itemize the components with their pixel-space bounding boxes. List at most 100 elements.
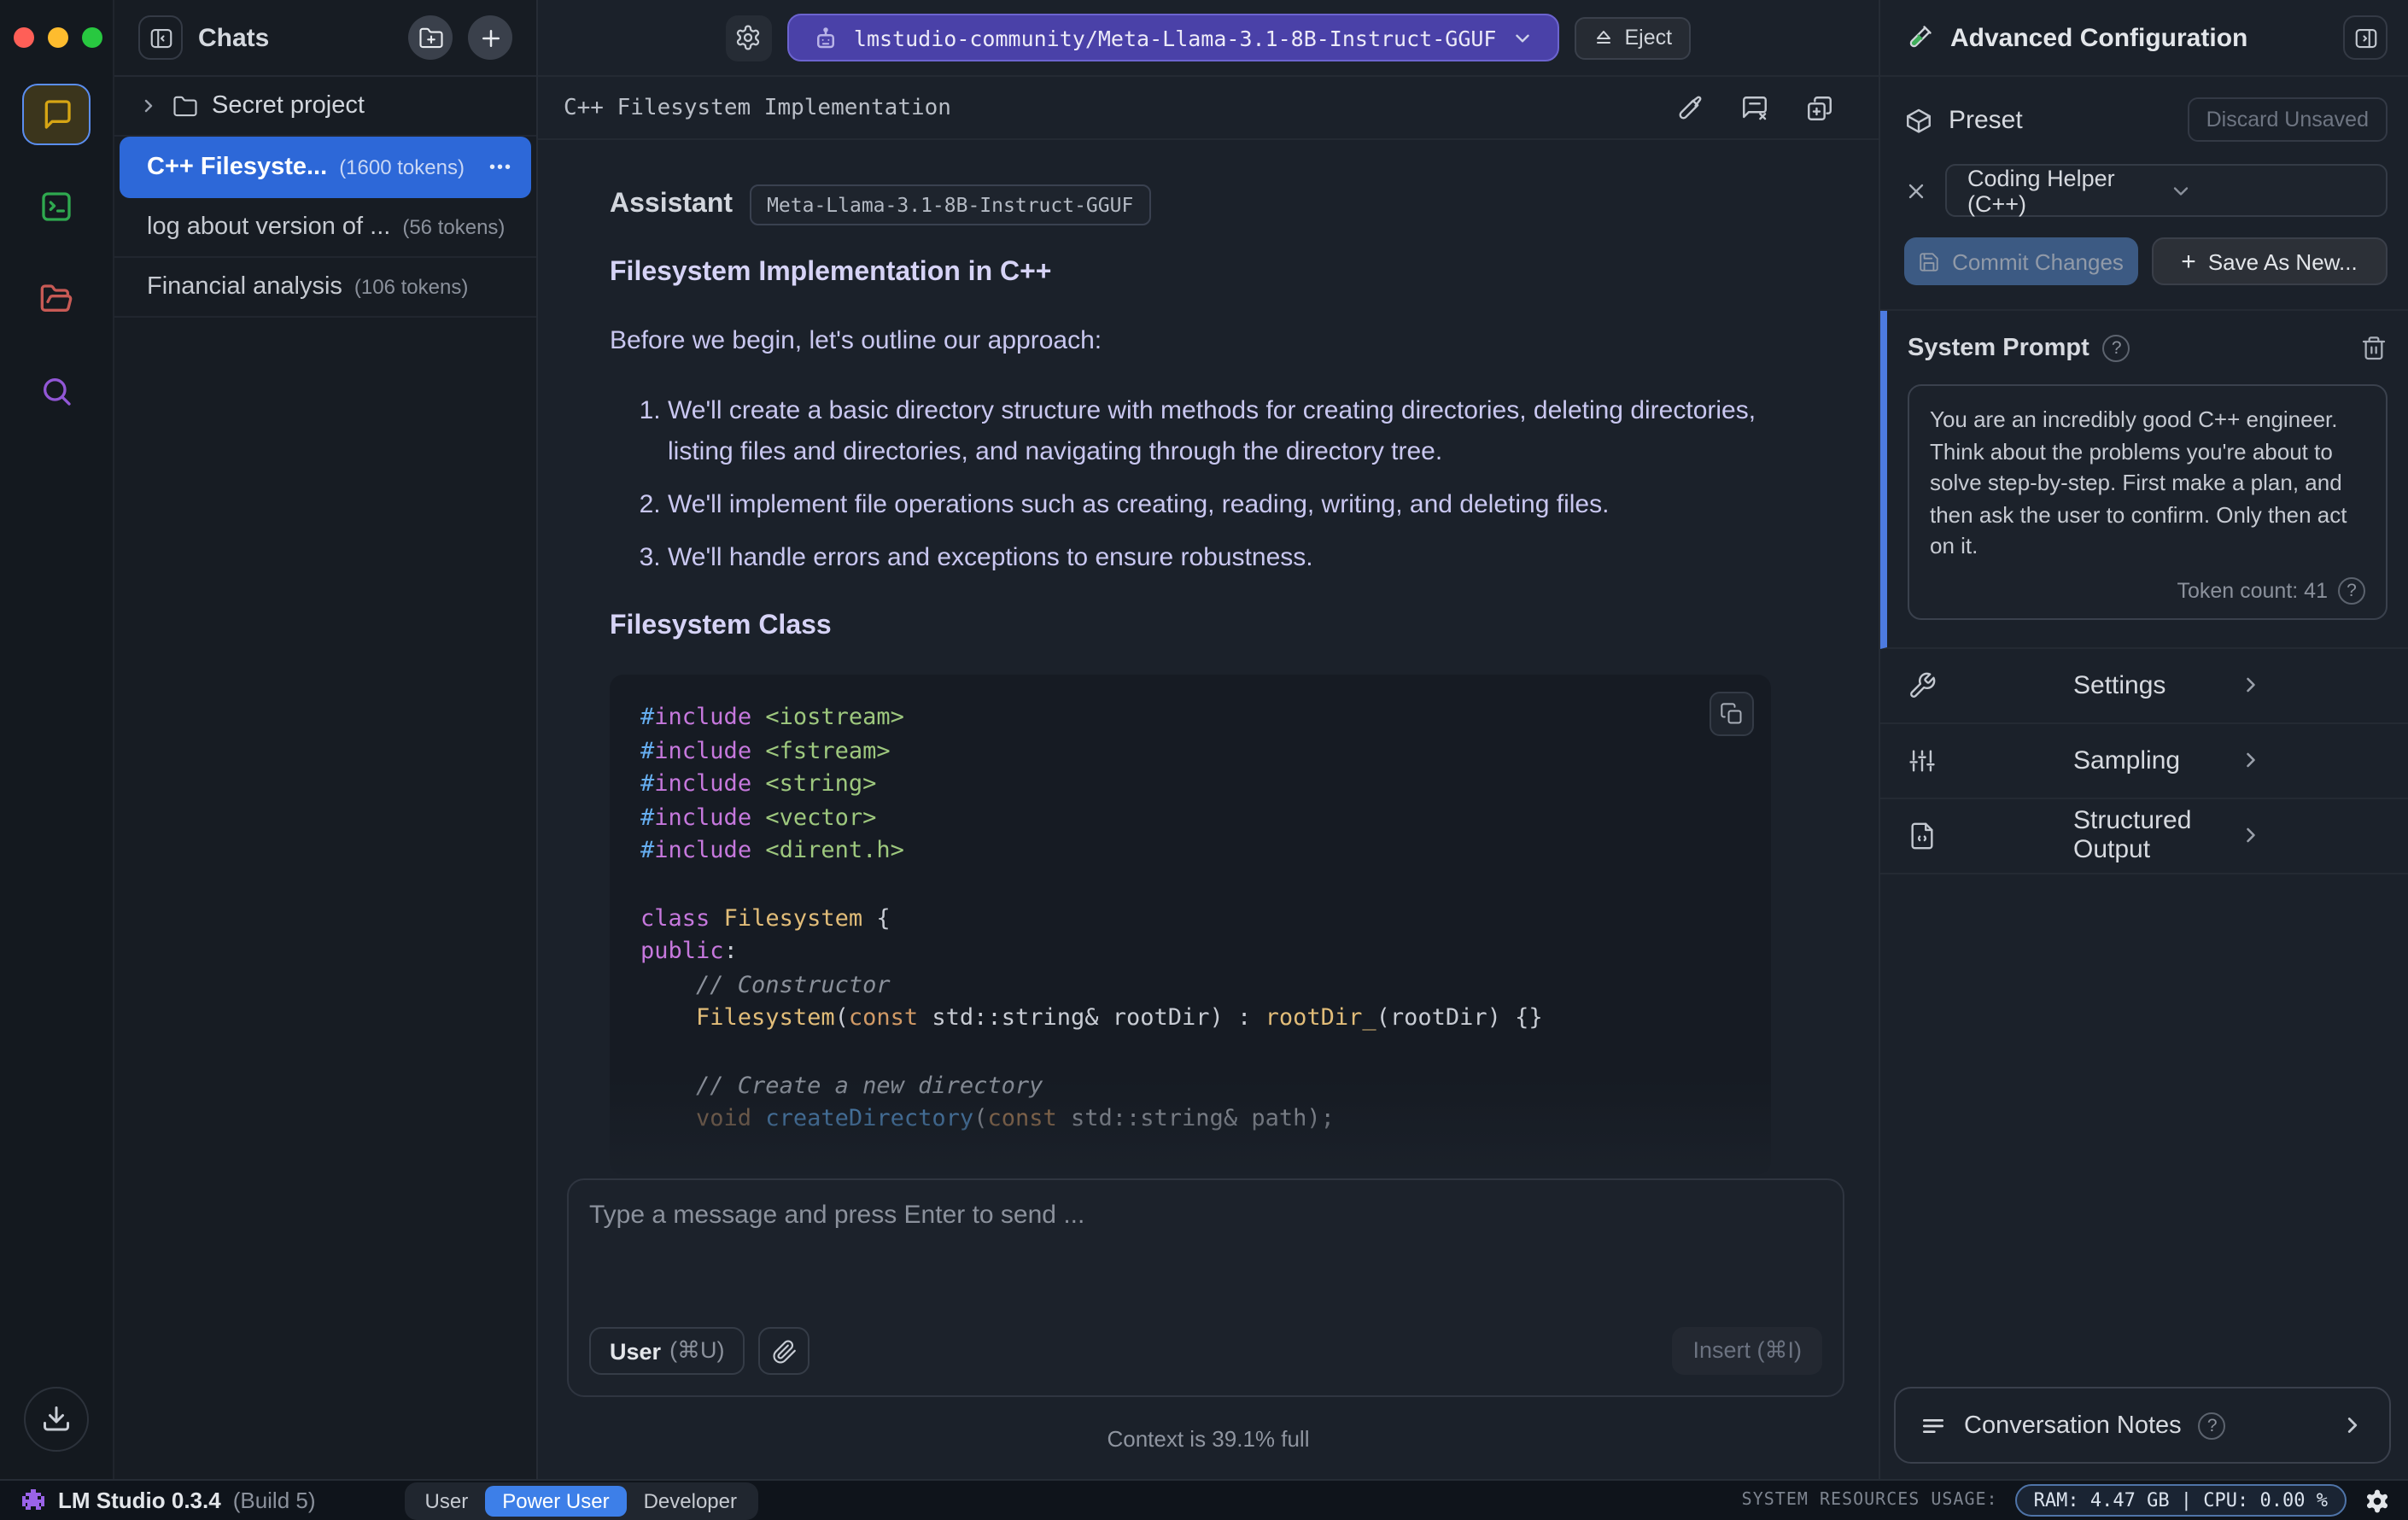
close-window-button[interactable] bbox=[14, 27, 34, 48]
minimize-window-button[interactable] bbox=[48, 27, 68, 48]
copy-code-button[interactable] bbox=[1710, 692, 1754, 736]
mode-developer[interactable]: Developer bbox=[627, 1485, 754, 1516]
collapse-panel-button[interactable] bbox=[2343, 15, 2388, 60]
chats-panel-title: Chats bbox=[198, 23, 270, 52]
chat-item-title: log about version of ... bbox=[147, 213, 391, 241]
new-folder-button[interactable] bbox=[408, 15, 453, 60]
system-prompt-section: System Prompt ? You are an incredibly go… bbox=[1880, 311, 2408, 648]
chats-sidebar: Chats Secret project C++ Filesyste... (1… bbox=[114, 0, 538, 1479]
nav-developer-tab[interactable] bbox=[22, 176, 91, 237]
package-icon bbox=[1904, 105, 1933, 134]
panel-title: Advanced Configuration bbox=[1950, 23, 2248, 52]
preset-value: Coding Helper (C++) bbox=[1967, 165, 2115, 216]
code-line: Filesystem(const std::string& rootDir) :… bbox=[696, 1004, 1543, 1032]
text-lines-icon bbox=[1920, 1412, 1947, 1439]
conversation-notes-button[interactable]: Conversation Notes ? bbox=[1894, 1387, 2391, 1464]
chat-bubble-icon bbox=[39, 97, 73, 132]
clean-chat-button[interactable] bbox=[1672, 90, 1708, 126]
help-icon[interactable]: ? bbox=[2102, 335, 2130, 362]
mode-power-user[interactable]: Power User bbox=[485, 1485, 627, 1516]
message-list: We'll create a basic directory structure… bbox=[610, 391, 1771, 579]
chat-item-title: C++ Filesyste... bbox=[147, 154, 328, 181]
chat-list-item[interactable]: C++ Filesyste... (1600 tokens) ••• bbox=[120, 137, 531, 198]
lm-studio-window: Chats Secret project C++ Filesyste... (1… bbox=[0, 0, 2408, 1520]
model-settings-button[interactable] bbox=[725, 15, 772, 61]
paperclip-icon bbox=[772, 1338, 798, 1364]
nav-discover-tab[interactable] bbox=[22, 360, 91, 422]
zoom-window-button[interactable] bbox=[82, 27, 102, 48]
sampling-section-row[interactable]: Sampling bbox=[1880, 723, 2408, 798]
chat-folder-secret-project[interactable]: Secret project bbox=[114, 77, 536, 137]
loaded-model-selector[interactable]: lmstudio-community/Meta-Llama-3.1-8B-Ins… bbox=[786, 14, 1560, 61]
code-line: #include <vector> bbox=[640, 804, 877, 832]
advanced-configuration-panel: Advanced Configuration Preset Discard Un bbox=[1879, 0, 2408, 1479]
code-line: #include <fstream> bbox=[640, 737, 891, 765]
chat-item-tokens: (106 tokens) bbox=[354, 275, 469, 299]
downloads-button[interactable] bbox=[24, 1387, 89, 1452]
nav-rail bbox=[0, 0, 114, 1479]
folder-icon bbox=[172, 93, 198, 119]
token-count: Token count: 41 bbox=[2177, 578, 2328, 602]
duplicate-chat-button[interactable] bbox=[1802, 90, 1838, 126]
settings-gear-icon[interactable] bbox=[2364, 1487, 2391, 1514]
mode-user[interactable]: User bbox=[408, 1485, 486, 1516]
section-label: Sampling bbox=[2073, 745, 2181, 775]
message-sender: Assistant bbox=[610, 190, 734, 219]
code-line: #include <dirent.h> bbox=[640, 837, 904, 865]
message-paragraph: Before we begin, let's outline our appro… bbox=[610, 326, 1102, 355]
chat-list-item[interactable]: Financial analysis (106 tokens) bbox=[114, 258, 536, 318]
clear-conversation-button[interactable] bbox=[1737, 90, 1773, 126]
chat-title: C++ Filesystem Implementation bbox=[564, 95, 951, 120]
preset-label: Preset bbox=[1949, 105, 2023, 134]
new-chat-button[interactable] bbox=[468, 15, 512, 60]
copy-icon bbox=[1720, 702, 1744, 726]
structured-output-section-row[interactable]: Structured Output bbox=[1880, 798, 2408, 874]
message-list-item: We'll create a basic directory structure… bbox=[668, 391, 1771, 473]
send-role-button[interactable]: User (⌘U) bbox=[589, 1327, 745, 1375]
collapse-sidebar-button[interactable] bbox=[138, 15, 183, 60]
chevron-down-icon bbox=[2168, 178, 2369, 202]
chevron-right-icon bbox=[2239, 748, 2384, 772]
eject-model-button[interactable]: Eject bbox=[1575, 16, 1692, 59]
folder-open-icon bbox=[39, 282, 73, 316]
insert-message-button[interactable]: Insert (⌘I) bbox=[1672, 1327, 1822, 1375]
save-as-new-button[interactable]: + Save As New... bbox=[2151, 237, 2388, 285]
system-prompt-editor[interactable]: You are an incredibly good C++ engineer.… bbox=[1908, 384, 2388, 619]
chevron-right-icon bbox=[2239, 823, 2384, 847]
chat-item-title: Financial analysis bbox=[147, 273, 342, 301]
discard-unsaved-button[interactable]: Discard Unsaved bbox=[2187, 97, 2388, 142]
robot-icon bbox=[813, 25, 839, 50]
attach-file-button[interactable] bbox=[758, 1327, 810, 1375]
app-version: LM Studio 0.3.4 bbox=[58, 1488, 221, 1513]
lm-studio-logo-icon bbox=[20, 1489, 46, 1511]
clear-preset-button[interactable] bbox=[1904, 178, 1928, 202]
help-icon[interactable]: ? bbox=[2338, 576, 2365, 604]
system-prompt-label: System Prompt bbox=[1908, 335, 2089, 362]
chat-list-item[interactable]: log about version of ... (56 tokens) bbox=[114, 198, 536, 258]
message-list-item: We'll handle errors and exceptions to en… bbox=[668, 538, 1771, 579]
chat-item-menu-button[interactable]: ••• bbox=[489, 158, 512, 177]
message-input[interactable] bbox=[589, 1201, 1822, 1327]
preset-dropdown[interactable]: Coding Helper (C++) bbox=[1945, 164, 2388, 217]
settings-section-row[interactable]: Settings bbox=[1880, 648, 2408, 723]
test-tube-icon bbox=[1904, 23, 1933, 52]
code-line: // Constructor bbox=[696, 971, 891, 999]
delete-system-prompt-button[interactable] bbox=[2360, 335, 2388, 362]
eject-label: Eject bbox=[1624, 26, 1673, 50]
chevron-right-icon bbox=[138, 96, 159, 116]
gear-icon bbox=[735, 24, 763, 51]
message-model-badge: Meta-Llama-3.1-8B-Instruct-GGUF bbox=[750, 184, 1151, 225]
sliders-icon bbox=[1908, 745, 2053, 775]
code-block: #include <iostream> #include <fstream> #in… bbox=[610, 675, 1771, 1175]
chat-item-tokens: (1600 tokens) bbox=[339, 155, 465, 179]
commit-changes-button[interactable]: Commit Changes bbox=[1904, 237, 2137, 285]
resources-usage-value: RAM: 4.47 GB | CPU: 0.00 % bbox=[2014, 1484, 2347, 1517]
nav-my-models-tab[interactable] bbox=[22, 268, 91, 330]
role-shortcut: (⌘U) bbox=[669, 1337, 725, 1363]
nav-chat-tab[interactable] bbox=[22, 84, 91, 145]
role-label: User bbox=[610, 1338, 662, 1364]
context-usage-status: Context is 39.1% full bbox=[1107, 1426, 1310, 1452]
help-icon[interactable]: ? bbox=[2198, 1412, 2226, 1439]
